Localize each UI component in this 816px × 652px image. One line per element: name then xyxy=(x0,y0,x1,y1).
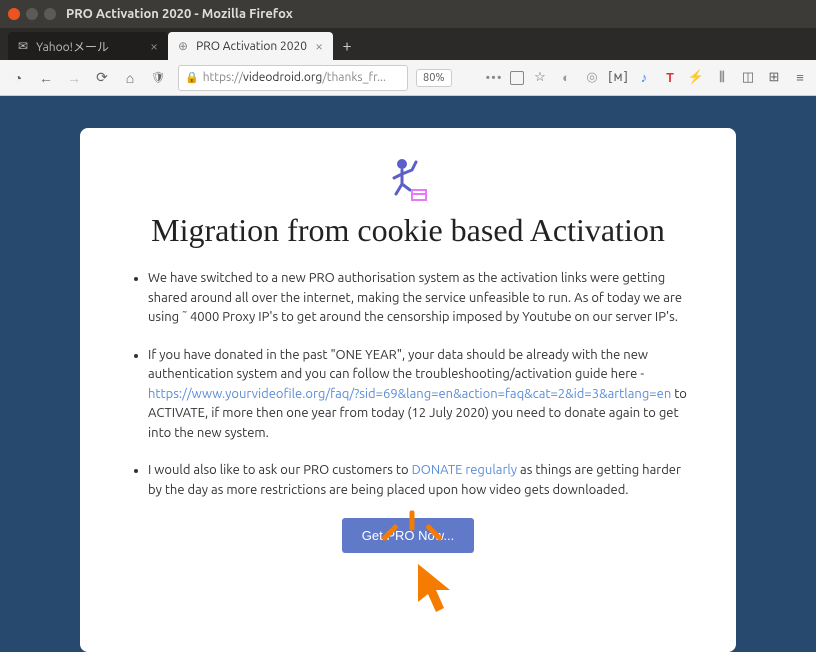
extension-icon[interactable]: ◔ xyxy=(6,66,30,90)
lock-icon: 🔒 xyxy=(185,71,199,84)
donate-link[interactable]: DONATE regularly xyxy=(412,463,517,477)
ext-icon[interactable]: ⊞ xyxy=(764,68,784,88)
bullet-item: If you have donated in the past "ONE YEA… xyxy=(148,346,696,444)
ext-icon[interactable]: ◐ xyxy=(556,68,576,88)
get-pro-button[interactable]: Get PRO Now... xyxy=(342,518,474,553)
library-icon[interactable]: ⫼ xyxy=(712,68,732,88)
tab-label: PRO Activation 2020 xyxy=(196,40,307,53)
home-button[interactable]: ⌂ xyxy=(118,66,142,90)
back-button[interactable]: ← xyxy=(34,66,58,90)
reload-button[interactable]: ⟳ xyxy=(90,66,114,90)
forward-button[interactable]: → xyxy=(62,66,86,90)
tab-label: Yahoo!メール xyxy=(36,38,109,55)
reader-icon[interactable] xyxy=(510,71,524,85)
bullet-item: I would also like to ask our PRO custome… xyxy=(148,461,696,500)
address-bar[interactable]: 🔒 https://videodroid.org/thanks_fr... xyxy=(178,65,408,91)
content-body: We have switched to a new PRO authorisat… xyxy=(120,269,696,500)
window-controls xyxy=(8,8,56,20)
tab-bar: ✉ Yahoo!メール × ⊕ PRO Activation 2020 × + xyxy=(0,28,816,60)
page-heading: Migration from cookie based Activation xyxy=(120,212,696,249)
tab-favicon: ✉ xyxy=(18,39,28,53)
window-maximize-button[interactable] xyxy=(44,8,56,20)
shield-icon[interactable]: 🛡 xyxy=(146,66,170,90)
activation-guide-link[interactable]: https://www.yourvideofile.org/faq/?sid=6… xyxy=(148,387,671,401)
close-icon[interactable]: × xyxy=(315,38,323,54)
hero-icon xyxy=(120,152,696,204)
ext-icon[interactable]: ♪ xyxy=(634,68,654,88)
url-text: https://videodroid.org/thanks_fr... xyxy=(203,71,386,84)
window-title: PRO Activation 2020 - Mozilla Firefox xyxy=(66,7,293,21)
toolbar-extensions: ••• ☆ ◐ ◎ [м] ♪ T ⚡ ⫼ ◫ ⊞ ≡ xyxy=(484,68,810,88)
tab-favicon: ⊕ xyxy=(178,39,188,53)
window-minimize-button[interactable] xyxy=(26,8,38,20)
zoom-level[interactable]: 80% xyxy=(416,69,452,87)
bullet-item: We have switched to a new PRO authorisat… xyxy=(148,269,696,328)
page-viewport: Migration from cookie based Activation W… xyxy=(0,96,816,652)
ext-icon[interactable]: ◎ xyxy=(582,68,602,88)
ext-icon[interactable]: T xyxy=(660,68,680,88)
window-close-button[interactable] xyxy=(8,8,20,20)
sidebar-icon[interactable]: ◫ xyxy=(738,68,758,88)
close-icon[interactable]: × xyxy=(150,38,158,54)
tab-pro-activation[interactable]: ⊕ PRO Activation 2020 × xyxy=(168,32,333,60)
new-tab-button[interactable]: + xyxy=(333,32,361,60)
ext-icon[interactable]: [м] xyxy=(608,68,628,88)
navigation-toolbar: ◔ ← → ⟳ ⌂ 🛡 🔒 https://videodroid.org/tha… xyxy=(0,60,816,96)
window-titlebar: PRO Activation 2020 - Mozilla Firefox xyxy=(0,0,816,28)
menu-icon[interactable]: ≡ xyxy=(790,68,810,88)
bookmark-icon[interactable]: ☆ xyxy=(530,68,550,88)
content-card: Migration from cookie based Activation W… xyxy=(80,128,736,652)
page-actions-icon[interactable]: ••• xyxy=(484,68,504,88)
ext-icon[interactable]: ⚡ xyxy=(686,68,706,88)
tab-yahoo-mail[interactable]: ✉ Yahoo!メール × xyxy=(8,32,168,60)
